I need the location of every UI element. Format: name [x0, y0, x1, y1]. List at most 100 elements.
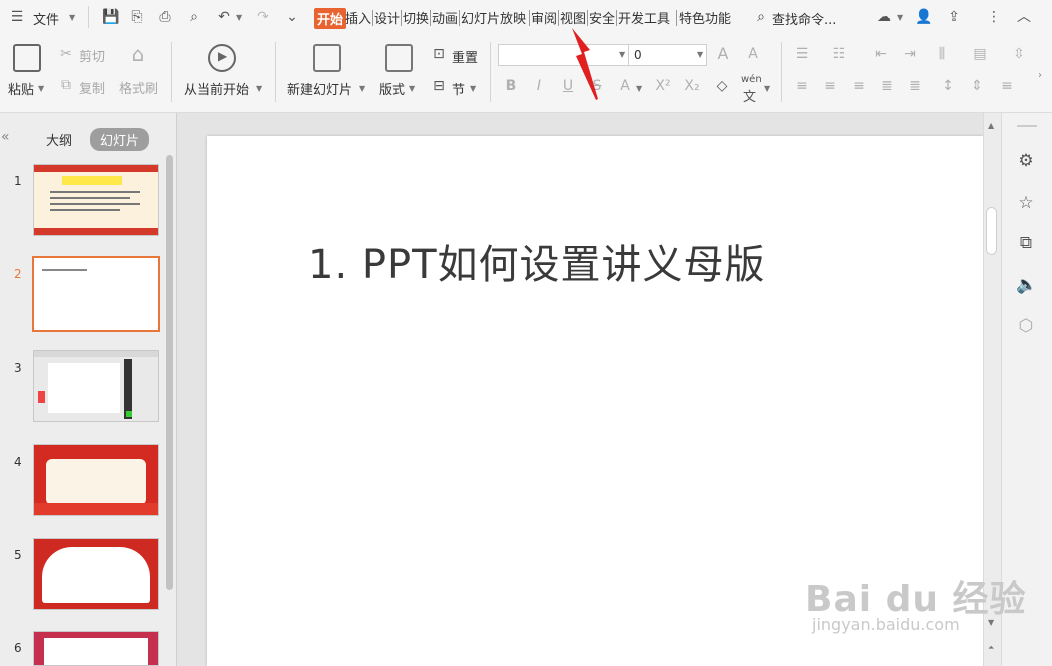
- chevron-down-icon[interactable]: ▼: [38, 84, 44, 93]
- tab-developer[interactable]: 开发工具: [618, 8, 670, 27]
- tab-design[interactable]: 设计: [374, 8, 400, 27]
- distribute-icon[interactable]: ≣: [907, 78, 923, 94]
- align-right-icon[interactable]: ≡: [851, 78, 867, 94]
- export-pdf-icon[interactable]: ⎘: [129, 9, 145, 25]
- tab-insert[interactable]: 插入: [345, 8, 371, 27]
- tab-special-features[interactable]: 特色功能: [679, 8, 731, 27]
- tab-view[interactable]: 视图: [560, 8, 586, 27]
- cut-button[interactable]: 剪切: [79, 46, 105, 65]
- ribbon-scroll-right-icon[interactable]: ›: [1038, 70, 1052, 90]
- hamburger-menu-icon[interactable]: ☰: [9, 9, 25, 25]
- scissors-icon[interactable]: ✂: [58, 46, 74, 62]
- justify-icon[interactable]: ≣: [879, 78, 895, 94]
- paste-icon[interactable]: [13, 44, 41, 72]
- collaborate-user-icon[interactable]: 👤: [915, 9, 932, 25]
- layout-icon[interactable]: [385, 44, 413, 72]
- chevron-down-icon[interactable]: ▼: [69, 13, 75, 22]
- layout-button[interactable]: 版式: [379, 79, 405, 98]
- command-search[interactable]: 查找命令...: [772, 9, 836, 28]
- tab-slideshow[interactable]: 幻灯片放映: [461, 8, 526, 27]
- bold-icon[interactable]: B: [503, 78, 519, 94]
- chevron-down-icon[interactable]: ▼: [236, 13, 242, 22]
- settings-sliders-icon[interactable]: ⚙: [1016, 151, 1036, 171]
- slide-thumbnail-1[interactable]: [33, 164, 159, 236]
- decrease-font-icon[interactable]: A: [745, 46, 761, 62]
- collapse-panel-icon[interactable]: «: [1, 129, 10, 145]
- transition-icon[interactable]: ⧉: [1016, 233, 1036, 253]
- customize-toolbar-icon[interactable]: ⌄: [284, 9, 300, 25]
- superscript-icon[interactable]: X²: [655, 78, 671, 94]
- decrease-indent-icon[interactable]: ⇤: [873, 46, 889, 62]
- slide-thumbnail-6[interactable]: [33, 631, 159, 666]
- chevron-down-icon[interactable]: ▼: [764, 84, 770, 93]
- clear-format-icon[interactable]: ◇: [714, 78, 730, 94]
- slide-title[interactable]: 1. PPT如何设置讲义母版: [308, 232, 766, 290]
- chevron-down-icon[interactable]: ▼: [470, 84, 476, 93]
- paste-button[interactable]: 粘贴: [8, 79, 34, 98]
- chevron-down-icon[interactable]: ▼: [897, 13, 903, 22]
- print-icon[interactable]: ⎙: [157, 9, 173, 25]
- reset-icon[interactable]: ⊡: [431, 46, 447, 62]
- tab-slides[interactable]: 幻灯片: [90, 128, 150, 151]
- align-left-icon[interactable]: ≡: [794, 78, 810, 94]
- text-direction-icon[interactable]: ⫼: [934, 46, 950, 62]
- increase-indent-icon[interactable]: ⇥: [902, 46, 918, 62]
- format-painter-icon[interactable]: ⌂: [130, 44, 146, 64]
- start-from-current-button[interactable]: 从当前开始: [184, 79, 249, 98]
- align-center-icon[interactable]: ≡: [822, 78, 838, 94]
- copy-button[interactable]: 复制: [79, 78, 105, 97]
- section-button[interactable]: 节: [452, 79, 465, 98]
- scrollbar-thumb[interactable]: [986, 207, 997, 255]
- phonetic-guide-icon[interactable]: 文: [743, 86, 756, 105]
- drag-handle[interactable]: [1017, 125, 1037, 127]
- chevron-down-icon[interactable]: ▼: [636, 84, 642, 93]
- chevron-down-icon[interactable]: ▼: [359, 84, 365, 93]
- tab-security[interactable]: 安全: [589, 8, 615, 27]
- more-options-icon[interactable]: ⋮: [986, 9, 1002, 25]
- chevron-down-icon[interactable]: ▼: [697, 50, 703, 59]
- slide-thumbnail-3[interactable]: [33, 350, 159, 422]
- thumbnail-scrollbar[interactable]: [166, 155, 173, 590]
- new-slide-icon[interactable]: [313, 44, 341, 72]
- increase-font-icon[interactable]: A: [715, 46, 731, 62]
- slide-thumbnail-4[interactable]: [33, 444, 159, 516]
- tab-outline[interactable]: 大纲: [46, 130, 72, 149]
- chevron-down-icon[interactable]: ▼: [619, 50, 625, 59]
- file-menu[interactable]: 文件: [33, 9, 59, 28]
- font-size-combo[interactable]: 0: [628, 44, 707, 66]
- chevron-down-icon[interactable]: ▼: [409, 84, 415, 93]
- bullet-list-icon[interactable]: ☰: [794, 46, 810, 62]
- tab-review[interactable]: 审阅: [531, 8, 557, 27]
- undo-icon[interactable]: ↶: [216, 9, 232, 25]
- columns-icon[interactable]: ▤: [972, 46, 988, 62]
- line-spacing-icon[interactable]: ↕: [940, 78, 956, 94]
- align-text-icon[interactable]: ⇳: [1011, 46, 1027, 62]
- format-painter-button[interactable]: 格式刷: [119, 78, 158, 97]
- tab-transitions[interactable]: 切换: [403, 8, 429, 27]
- slide-thumbnail-5[interactable]: [33, 538, 159, 610]
- animation-star-icon[interactable]: ☆: [1016, 193, 1036, 213]
- reset-button[interactable]: 重置: [452, 47, 478, 66]
- subscript-icon[interactable]: X₂: [684, 78, 700, 94]
- search-icon[interactable]: ⌕: [753, 9, 769, 25]
- paragraph-settings-icon[interactable]: ≡: [999, 78, 1015, 94]
- tab-animations[interactable]: 动画: [432, 8, 458, 27]
- previous-slide-icon[interactable]: ⏶: [988, 643, 994, 653]
- new-slide-button[interactable]: 新建幻灯片: [287, 79, 352, 98]
- cloud-sync-icon[interactable]: ☁: [876, 9, 892, 25]
- sound-icon[interactable]: 🔈: [1016, 275, 1037, 295]
- slide-thumbnail-2[interactable]: [32, 256, 160, 332]
- copy-icon[interactable]: ⧉: [58, 77, 74, 93]
- print-preview-icon[interactable]: ⌕: [186, 9, 202, 25]
- save-icon[interactable]: 💾: [102, 9, 119, 25]
- share-icon[interactable]: ⇪: [946, 9, 962, 25]
- cube-shape-icon[interactable]: ⬡: [1016, 316, 1036, 336]
- section-icon[interactable]: ⊟: [431, 78, 447, 94]
- numbered-list-icon[interactable]: ☷: [831, 46, 847, 62]
- italic-icon[interactable]: I: [531, 78, 547, 94]
- redo-icon[interactable]: ↷: [255, 9, 271, 25]
- paragraph-spacing-icon[interactable]: ⇕: [969, 78, 985, 94]
- font-color-icon[interactable]: A: [617, 78, 633, 94]
- scroll-up-icon[interactable]: ▲: [988, 121, 994, 130]
- chevron-down-icon[interactable]: ▼: [256, 84, 262, 93]
